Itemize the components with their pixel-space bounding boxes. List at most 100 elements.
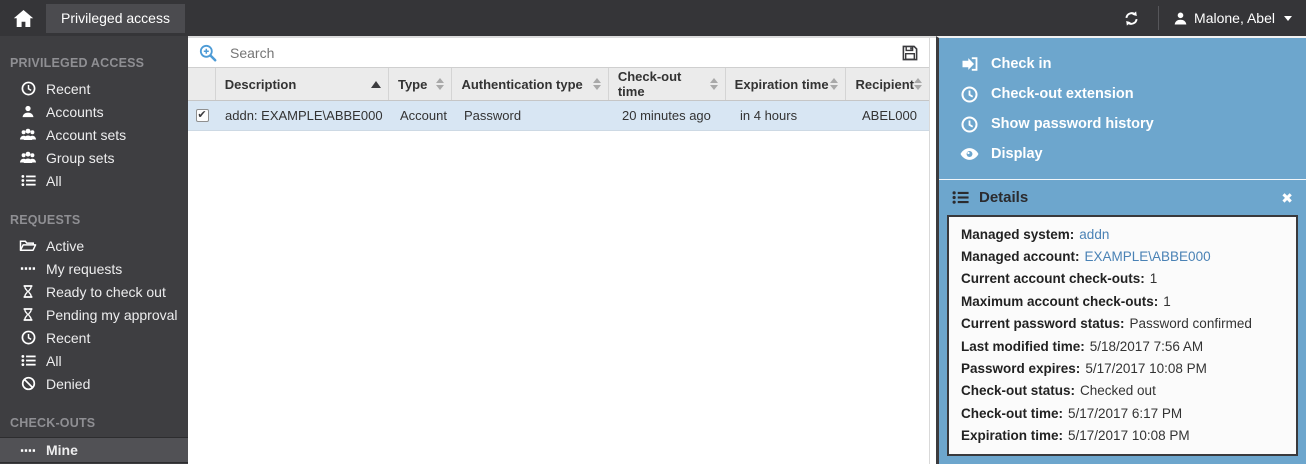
sidebar-item-group-sets[interactable]: Group sets bbox=[0, 146, 188, 169]
detail-password-status: Current password status: Password confir… bbox=[949, 313, 1296, 335]
hourglass-icon bbox=[19, 284, 37, 299]
sidebar-item-all-requests[interactable]: All bbox=[0, 349, 188, 372]
sidebar-item-label: My requests bbox=[46, 261, 122, 277]
sidebar-item-all[interactable]: All bbox=[0, 169, 188, 192]
tab-label: Privileged access bbox=[61, 10, 170, 26]
cell-type: Account bbox=[391, 108, 455, 123]
sidebar-item-accounts[interactable]: Accounts bbox=[0, 100, 188, 123]
detail-maximum-checkouts: Maximum account check-outs: 1 bbox=[949, 290, 1296, 312]
section-label: CHECK-OUTS bbox=[0, 410, 188, 437]
sidebar-item-label: Accounts bbox=[46, 104, 104, 120]
list-icon bbox=[19, 353, 37, 368]
detail-managed-account: Managed account: EXAMPLE\ABBE000 bbox=[949, 245, 1296, 267]
detail-expiration-time: Expiration time: 5/17/2017 10:08 PM bbox=[949, 425, 1296, 447]
section-label: REQUESTS bbox=[0, 207, 188, 234]
sidebar-item-label: Group sets bbox=[46, 150, 114, 166]
check-out-extension-button[interactable]: Check-out extension bbox=[939, 79, 1306, 109]
sidebar: PRIVILEGED ACCESS Recent Accounts Accoun… bbox=[0, 36, 188, 464]
clock-icon bbox=[19, 330, 37, 345]
search-input[interactable] bbox=[230, 45, 900, 61]
chevron-down-icon bbox=[1284, 16, 1292, 21]
sidebar-item-my-requests[interactable]: My requests bbox=[0, 257, 188, 280]
sidebar-item-label: Recent bbox=[46, 330, 90, 346]
column-header-expiration-time[interactable]: Expiration time bbox=[726, 68, 847, 100]
sidebar-item-label: Pending my approval bbox=[46, 307, 178, 323]
tab-privileged-access[interactable]: Privileged access bbox=[46, 4, 185, 33]
display-button[interactable]: Display bbox=[939, 139, 1306, 169]
sidebar-item-pending-my-approval[interactable]: Pending my approval bbox=[0, 303, 188, 326]
sort-icon[interactable] bbox=[914, 78, 922, 90]
sidebar-item-denied[interactable]: Denied bbox=[0, 372, 188, 395]
sidebar-item-label: Ready to check out bbox=[46, 284, 166, 300]
user-icon bbox=[1173, 11, 1188, 26]
search-bar bbox=[188, 38, 929, 68]
column-label: Expiration time bbox=[735, 77, 829, 92]
sort-icon[interactable] bbox=[593, 78, 601, 90]
close-icon[interactable]: ✖ bbox=[1281, 191, 1293, 205]
sidebar-item-mine[interactable]: Mine bbox=[0, 437, 188, 463]
list-icon bbox=[19, 173, 37, 188]
sort-icon[interactable] bbox=[830, 78, 838, 90]
sidebar-item-account-sets[interactable]: Account sets bbox=[0, 123, 188, 146]
home-button[interactable] bbox=[0, 0, 46, 36]
hourglass-icon bbox=[19, 307, 37, 322]
list-icon bbox=[952, 189, 969, 206]
column-header-authentication-type[interactable]: Authentication type bbox=[452, 68, 608, 100]
refresh-icon bbox=[1123, 10, 1140, 27]
clock-icon bbox=[958, 86, 980, 103]
column-header-recipient[interactable]: Recipient bbox=[846, 68, 929, 100]
section-label: PRIVILEGED ACCESS bbox=[0, 50, 188, 77]
column-header-type[interactable]: Type bbox=[389, 68, 452, 100]
topbar-right: Malone, Abel bbox=[1119, 6, 1306, 30]
home-icon bbox=[13, 9, 34, 28]
action-label: Check-out extension bbox=[991, 86, 1134, 102]
cell-authentication-type: Password bbox=[455, 108, 613, 123]
show-password-history-button[interactable]: Show password history bbox=[939, 109, 1306, 139]
action-label: Check in bbox=[991, 56, 1051, 72]
sidebar-item-ready-to-check-out[interactable]: Ready to check out bbox=[0, 280, 188, 303]
privileged-access-app: Privileged access Malone, Abel bbox=[0, 0, 1306, 464]
sidebar-item-recent[interactable]: Recent bbox=[0, 77, 188, 100]
users-icon bbox=[19, 127, 37, 142]
sort-asc-icon[interactable] bbox=[371, 81, 381, 88]
sidebar-item-label: All bbox=[46, 353, 62, 369]
detail-managed-system: Managed system: addn bbox=[949, 223, 1296, 245]
user-name: Malone, Abel bbox=[1194, 10, 1275, 26]
clock-icon bbox=[19, 81, 37, 96]
actions-list: Check in Check-out extension Show passwo… bbox=[939, 38, 1306, 174]
detail-last-modified-time: Last modified time: 5/18/2017 7:56 AM bbox=[949, 335, 1296, 357]
cell-expiration-time: in 4 hours bbox=[731, 108, 853, 123]
row-checkbox[interactable]: ✔ bbox=[196, 109, 209, 122]
user-menu[interactable]: Malone, Abel bbox=[1173, 10, 1292, 26]
header-checkbox-column bbox=[188, 68, 216, 100]
save-icon bbox=[902, 45, 918, 61]
topbar: Privileged access Malone, Abel bbox=[0, 0, 1306, 36]
topbar-divider bbox=[1158, 6, 1159, 30]
sidebar-item-label: Mine bbox=[46, 442, 78, 458]
sidebar-item-recent-requests[interactable]: Recent bbox=[0, 326, 188, 349]
managed-system-link[interactable]: addn bbox=[1079, 227, 1109, 242]
sidebar-item-active[interactable]: Active bbox=[0, 234, 188, 257]
eye-icon bbox=[958, 147, 980, 161]
table-row[interactable]: ✔ addn: EXAMPLE\ABBE000 Account Password… bbox=[188, 101, 929, 131]
save-button[interactable] bbox=[900, 43, 920, 63]
main-content: Description Type Authentication type Che… bbox=[188, 36, 936, 464]
sort-icon[interactable] bbox=[436, 78, 444, 90]
ellipsis-icon bbox=[19, 261, 37, 276]
column-header-checkout-time[interactable]: Check-out time bbox=[609, 68, 726, 100]
check-in-button[interactable]: Check in bbox=[939, 49, 1306, 79]
search-icon bbox=[199, 44, 217, 62]
sort-icon[interactable] bbox=[710, 78, 718, 90]
ban-icon bbox=[19, 376, 37, 391]
action-label: Display bbox=[991, 146, 1043, 162]
sidebar-item-label: Denied bbox=[46, 376, 90, 392]
detail-password-expires: Password expires: 5/17/2017 10:08 PM bbox=[949, 357, 1296, 379]
folder-open-icon bbox=[19, 238, 37, 253]
detail-current-checkouts: Current account check-outs: 1 bbox=[949, 268, 1296, 290]
column-header-description[interactable]: Description bbox=[216, 68, 389, 100]
ellipsis-icon bbox=[19, 443, 37, 458]
section-requests: REQUESTS Active My requests Ready to che… bbox=[0, 207, 188, 395]
sidebar-item-label: Recent bbox=[46, 81, 90, 97]
managed-account-link[interactable]: EXAMPLE\ABBE000 bbox=[1085, 249, 1211, 264]
refresh-button[interactable] bbox=[1119, 10, 1144, 27]
